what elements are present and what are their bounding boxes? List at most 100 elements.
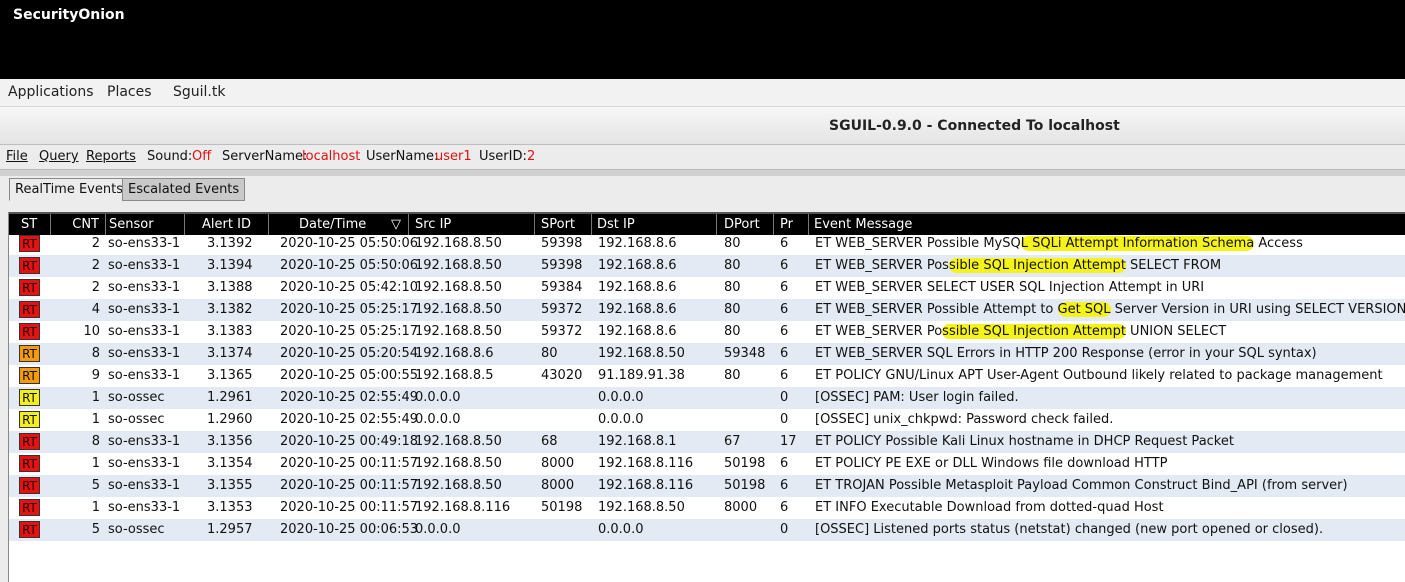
menu-applications[interactable]: Applications [8, 84, 94, 100]
cell-date-time: 2020-10-25 05:20:54 [280, 346, 419, 361]
header-alert-id[interactable]: Alert ID [185, 214, 269, 235]
cell-event-message: ET WEB_SERVER SQL Errors in HTTP 200 Res… [815, 346, 1317, 361]
cell-dport [724, 387, 774, 409]
cell-date-time: 2020-10-25 02:55:49 [280, 390, 419, 405]
cell-cnt: 1 [91, 390, 100, 405]
status-badge[interactable]: RT [19, 301, 40, 318]
table-row[interactable]: RT 2 so-ens33-1 3.1392 2020-10-25 05:50:06 19… [9, 233, 1405, 255]
cell-dst-ip: 192.168.8.6 [598, 280, 677, 295]
cell-pr: 6 [780, 302, 789, 317]
cell-sport [541, 519, 591, 541]
cell-dst-ip: 192.168.8.50 [598, 346, 685, 361]
cell-pr: 0 [780, 412, 789, 427]
header-sport[interactable]: SPort [535, 214, 592, 235]
cell-src-ip: 192.168.8.50 [415, 478, 502, 493]
menu-file[interactable]: File [6, 149, 28, 164]
cell-src-ip: 192.168.8.50 [415, 302, 502, 317]
header-pr[interactable]: Pr [774, 214, 809, 235]
menu-reports[interactable]: Reports [86, 149, 136, 164]
table-row[interactable]: RT 1 so-ossec 1.2960 2020-10-25 02:55:49 0.0.… [9, 409, 1405, 431]
status-badge[interactable]: RT [19, 389, 40, 406]
table-row[interactable]: RT 8 so-ens33-1 3.1374 2020-10-25 05:20:54 19… [9, 343, 1405, 365]
cell-dst-ip: 91.189.91.38 [598, 368, 685, 383]
status-badge[interactable]: RT [19, 521, 40, 538]
cell-date-time: 2020-10-25 05:25:17 [280, 302, 419, 317]
cell-event-message: [OSSEC] Listened ports status (netstat) … [815, 522, 1324, 537]
cell-sport: 59372 [541, 324, 583, 339]
cell-cnt: 9 [91, 368, 100, 383]
header-event-message[interactable]: Event Message [809, 214, 1405, 235]
header-date-time-label: Date/Time [299, 217, 367, 232]
cell-dport: 80 [724, 258, 741, 273]
cell-alert-id: 3.1356 [207, 434, 253, 449]
cell-cnt: 1 [91, 456, 100, 471]
table-row[interactable]: RT 1 so-ens33-1 3.1354 2020-10-25 00:11:57 19… [9, 453, 1405, 475]
cell-sensor: so-ens33-1 [108, 500, 181, 515]
status-badge[interactable]: RT [19, 499, 40, 516]
table-row[interactable]: RT 10 so-ens33-1 3.1383 2020-10-25 05:25:17 1… [9, 321, 1405, 343]
table-row[interactable]: RT 8 so-ens33-1 3.1356 2020-10-25 00:49:18 19… [9, 431, 1405, 453]
cell-src-ip: 0.0.0.0 [415, 412, 461, 427]
cell-event-message: ET POLICY PE EXE or DLL Windows file dow… [815, 456, 1168, 471]
cell-cnt: 8 [91, 346, 100, 361]
cell-sport: 59398 [541, 236, 583, 251]
status-badge[interactable]: RT [19, 367, 40, 384]
header-src-ip[interactable]: Src IP [409, 214, 535, 235]
window-titlebar[interactable]: SGUIL-0.9.0 - Connected To localhost [0, 107, 1405, 145]
table-row[interactable]: RT 2 so-ens33-1 3.1394 2020-10-25 05:50:06 19… [9, 255, 1405, 277]
cell-dport [724, 519, 774, 541]
status-badge[interactable]: RT [19, 345, 40, 362]
cell-date-time: 2020-10-25 05:25:17 [280, 324, 419, 339]
cell-pr: 17 [780, 434, 797, 449]
table-row[interactable]: RT 5 so-ens33-1 3.1355 2020-10-25 00:11:57 19… [9, 475, 1405, 497]
cell-sensor: so-ens33-1 [108, 324, 181, 339]
header-sensor[interactable]: Sensor [106, 214, 185, 235]
cell-dport: 80 [724, 368, 741, 383]
cell-event-message: [OSSEC] unix_chkpwd: Password check fail… [815, 412, 1114, 427]
status-badge[interactable]: RT [19, 433, 40, 450]
status-badge[interactable]: RT [19, 411, 40, 428]
cell-alert-id: 3.1355 [207, 478, 253, 493]
table-row[interactable]: RT 1 so-ossec 1.2961 2020-10-25 02:55:49 0.0.… [9, 387, 1405, 409]
header-dport[interactable]: DPort [717, 214, 774, 235]
menu-sguil-tk[interactable]: Sguil.tk [173, 84, 225, 100]
cell-sensor: so-ens33-1 [108, 258, 181, 273]
tab-escalated-events[interactable]: Escalated Events [122, 178, 246, 201]
status-badge[interactable]: RT [19, 257, 40, 274]
highlight-mark: sible SQL Injection Attempt [948, 258, 1126, 273]
table-row[interactable]: RT 9 so-ens33-1 3.1365 2020-10-25 05:00:55 19… [9, 365, 1405, 387]
cell-sensor: so-ossec [108, 412, 165, 427]
status-badge[interactable]: RT [19, 235, 40, 252]
header-date-time[interactable]: Date/Time ▽ [269, 214, 409, 235]
header-cnt[interactable]: CNT [51, 214, 106, 235]
username-value: user1 [435, 149, 472, 164]
cell-cnt: 1 [91, 500, 100, 515]
cell-dport: 8000 [724, 500, 758, 515]
cell-dport: 80 [724, 236, 741, 251]
table-row[interactable]: RT 1 so-ens33-1 3.1353 2020-10-25 00:11:57 19… [9, 497, 1405, 519]
status-badge[interactable]: RT [19, 279, 40, 296]
cell-event-message: ET POLICY Possible Kali Linux hostname i… [815, 434, 1234, 449]
menu-query[interactable]: Query [39, 149, 79, 164]
status-badge[interactable]: RT [19, 323, 40, 340]
status-badge[interactable]: RT [19, 455, 40, 472]
servername-value: localhost [302, 149, 361, 164]
highlight-mark: ssible SQL Injection Attempt [942, 324, 1126, 339]
header-dst-ip[interactable]: Dst IP [592, 214, 717, 235]
table-row[interactable]: RT 5 so-ossec 1.2957 2020-10-25 00:06:53 0.0.… [9, 519, 1405, 541]
cell-event-message: [OSSEC] PAM: User login failed. [815, 390, 1019, 405]
cell-src-ip: 0.0.0.0 [415, 390, 461, 405]
event-tabs: RealTime Events Escalated Events [0, 176, 1405, 202]
header-st[interactable]: ST [9, 214, 51, 235]
table-row[interactable]: RT 4 so-ens33-1 3.1382 2020-10-25 05:25:17 19… [9, 299, 1405, 321]
cell-sport: 43020 [541, 368, 583, 383]
tab-realtime-events[interactable]: RealTime Events [9, 178, 129, 201]
cell-cnt: 2 [91, 280, 100, 295]
table-row[interactable]: RT 2 so-ens33-1 3.1388 2020-10-25 05:42:10 19… [9, 277, 1405, 299]
menu-places[interactable]: Places [107, 84, 152, 100]
status-badge[interactable]: RT [19, 477, 40, 494]
cell-dport: 59348 [724, 346, 766, 361]
cell-sport: 59398 [541, 258, 583, 273]
app-menubar: File Query Reports Sound: Off ServerName… [0, 145, 1405, 169]
cell-sport: 8000 [541, 456, 575, 471]
